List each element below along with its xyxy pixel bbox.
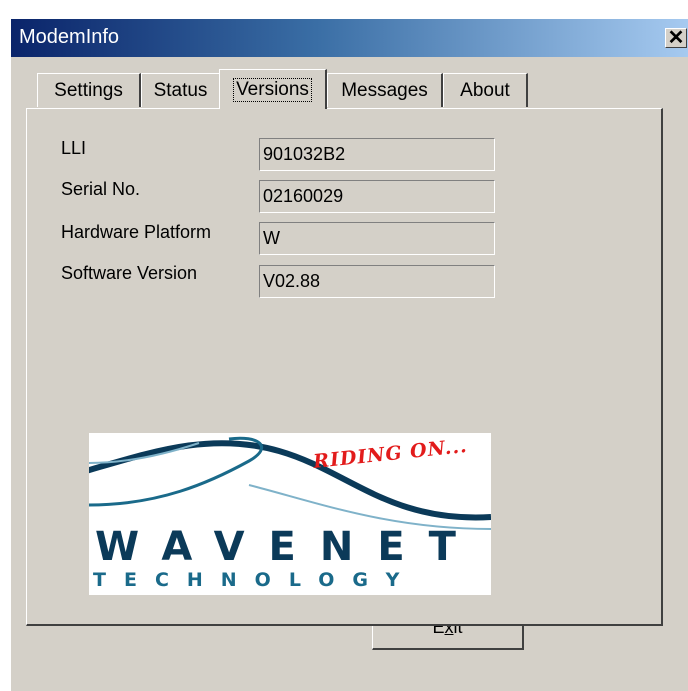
serial-no-field: 02160029 [259, 180, 495, 213]
tab-settings-label: Settings [54, 79, 123, 101]
hardware-platform-field: W [259, 222, 495, 255]
versions-panel: LLI 901032B2 Serial No. 02160029 Hardwar… [26, 108, 663, 626]
tab-status-label: Status [153, 79, 208, 101]
title-bar[interactable]: ModemInfo ✕ [11, 19, 688, 57]
tab-status[interactable]: Status [141, 73, 221, 107]
software-version-field: V02.88 [259, 265, 495, 298]
window-title: ModemInfo [19, 26, 120, 48]
lli-label: LLI [61, 138, 87, 158]
logo-subtitle: TECHNOLOGY [93, 569, 418, 591]
tab-settings[interactable]: Settings [37, 73, 141, 107]
close-button[interactable]: ✕ [665, 28, 687, 48]
lli-field: 901032B2 [259, 138, 495, 171]
wavenet-logo: RIDING ON... WAVENET TECHNOLOGY [89, 433, 491, 595]
software-version-label: Software Version [61, 263, 198, 283]
serial-no-label: Serial No. [61, 179, 141, 199]
tab-messages-label: Messages [341, 79, 428, 101]
tab-about[interactable]: About [443, 73, 528, 107]
logo-wordmark: WAVENET [95, 524, 480, 570]
tab-messages[interactable]: Messages [327, 73, 443, 107]
tab-versions-label: Versions [233, 77, 312, 102]
modeminfo-window: ModemInfo ✕ Settings Status Versions Mes… [10, 18, 688, 691]
hardware-platform-label: Hardware Platform [61, 222, 212, 242]
tab-versions[interactable]: Versions [219, 69, 327, 109]
close-icon: ✕ [667, 27, 685, 49]
tab-about-label: About [460, 79, 510, 101]
